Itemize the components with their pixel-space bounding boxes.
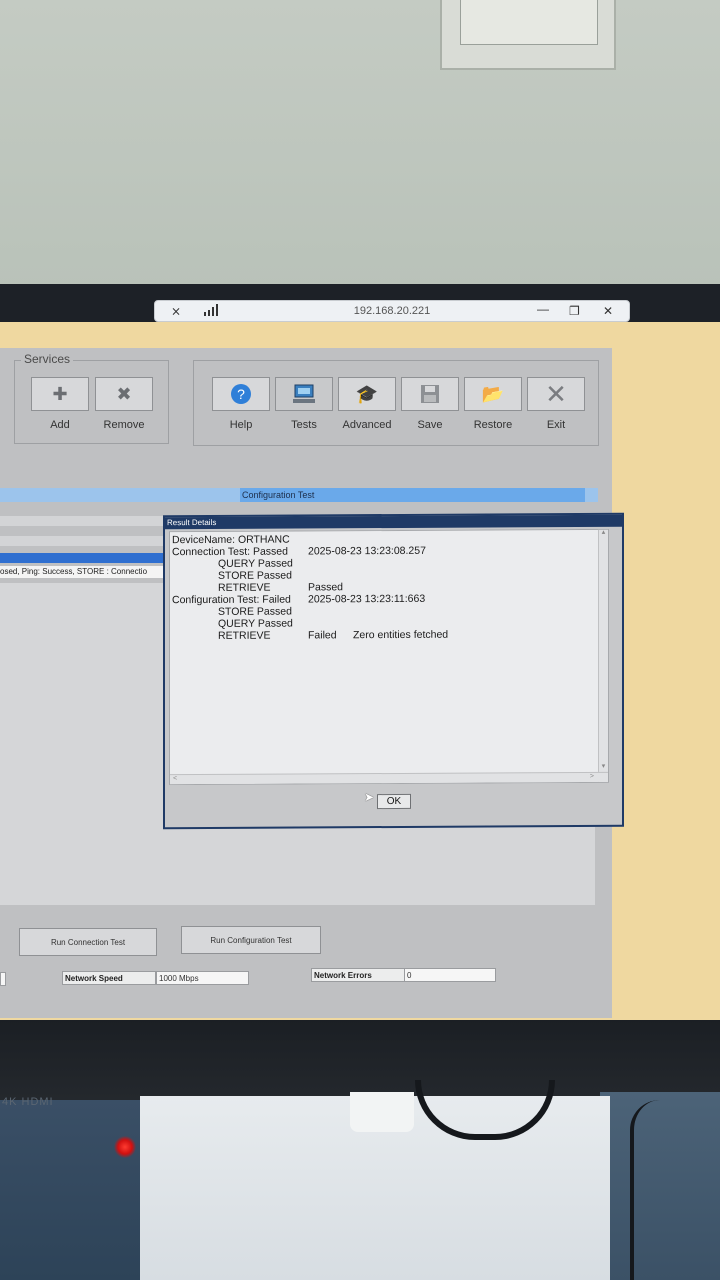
svg-text:?: ? (237, 386, 245, 402)
result-line-device: DeviceName: ORTHANC (172, 533, 290, 547)
help-button[interactable]: ? (212, 377, 270, 411)
add-service-label: Add (50, 419, 70, 431)
result-line-connection: Connection Test: Passed (172, 545, 288, 559)
config-test-header: Configuration Test (240, 488, 585, 502)
outlet-plate (460, 0, 598, 45)
tests-icon (293, 384, 315, 403)
ok-button[interactable]: OK (377, 793, 411, 810)
advanced-label: Advanced (342, 419, 392, 431)
remove-service-icon: ✖ (116, 383, 132, 404)
scroll-up-icon[interactable]: ▲ (599, 530, 608, 536)
result-line-query: QUERY Passed (218, 557, 293, 570)
tests-label: Tests (291, 419, 317, 431)
restore-icon[interactable]: ❐ (569, 304, 580, 318)
table-row-selected[interactable] (0, 553, 165, 563)
horizontal-scrollbar[interactable]: < > (170, 771, 608, 785)
help-label: Help (229, 419, 253, 431)
result-line-retrieve-status: Passed (308, 581, 344, 594)
cable-right (630, 1100, 694, 1280)
run-connection-test-button[interactable]: Run Connection Test (19, 928, 157, 956)
exit-label: Exit (546, 419, 566, 431)
monitor-stand-neck (350, 1092, 414, 1132)
scroll-down-icon[interactable]: ▼ (599, 764, 608, 770)
remove-service-button[interactable]: ✖ (95, 377, 153, 411)
dialog-title: Result Details (165, 514, 622, 530)
result-line-configuration: Configuration Test: Failed (172, 593, 291, 607)
scroll-left-icon[interactable]: < (173, 775, 177, 782)
selected-row-text: osed, Ping: Success, STORE : Connectio (0, 566, 165, 578)
result-line-retrieve-2: RETRIEVE (218, 629, 271, 642)
vertical-scrollbar[interactable]: ▲ ▼ (598, 529, 608, 782)
result-line-retrieve-2-status: Failed (308, 629, 337, 642)
power-led-icon (114, 1136, 136, 1158)
result-line-retrieve-2-detail: Zero entities fetched (353, 628, 449, 642)
add-service-button[interactable]: ✚ (31, 377, 89, 411)
services-group: Services ✚ Add ✖ Remove (14, 352, 169, 444)
result-line-retrieve: RETRIEVE (218, 581, 271, 594)
table-row[interactable] (0, 536, 165, 546)
network-errors-value: 0 (404, 968, 496, 982)
exit-button[interactable]: ✕ (527, 377, 585, 411)
result-line-connection-time: 2025-08-23 13:23:08.257 (308, 544, 426, 558)
result-line-store-2: STORE Passed (218, 605, 292, 618)
result-line-store: STORE Passed (218, 569, 292, 582)
save-label: Save (417, 419, 443, 431)
remove-service-label: Remove (103, 419, 145, 431)
tests-button[interactable] (275, 377, 333, 411)
advanced-button[interactable]: 🎓 (338, 377, 396, 411)
network-speed-value: 1000 Mbps (156, 971, 249, 985)
network-speed-label: Network Speed (62, 971, 156, 985)
result-line-query-2: QUERY Passed (218, 617, 293, 630)
desk-left (0, 1100, 160, 1280)
result-line-configuration-time: 2025-08-23 13:23:11:663 (308, 592, 426, 606)
mouse-cursor-icon: ➤ (364, 790, 375, 805)
restore-folder-icon: 📂 (481, 383, 505, 404)
monitor-bottom-bezel (0, 1020, 720, 1100)
table-row[interactable] (0, 516, 165, 526)
advanced-icon: 🎓 (355, 383, 379, 404)
config-test-header-bar: Configuration Test (0, 488, 598, 502)
toolbar-group: ? Help Tests 🎓 Advanced Save 📂 Restore ✕ (193, 360, 599, 446)
close-icon[interactable]: ✕ (603, 304, 613, 318)
remote-desktop-bar: ⨯ 192.168.20.221 — ❐ ✕ (154, 300, 630, 322)
wall-outlet (440, 0, 616, 70)
restore-button[interactable]: 📂 (464, 377, 522, 411)
exit-icon: ✕ (545, 378, 567, 409)
minimize-icon[interactable]: — (537, 302, 549, 316)
result-details-dialog: Result Details DeviceName: ORTHANC Conne… (163, 512, 624, 830)
add-service-icon: ✚ (52, 383, 68, 404)
network-errors-label: Network Errors (311, 968, 405, 982)
remote-host-title: 192.168.20.221 (353, 305, 431, 317)
result-text-area[interactable]: DeviceName: ORTHANC Connection Test: Pas… (169, 528, 609, 786)
restore-label: Restore (473, 419, 513, 431)
save-icon (421, 385, 439, 403)
save-button[interactable] (401, 377, 459, 411)
services-group-label: Services (21, 352, 74, 366)
left-edge-field (0, 972, 6, 986)
run-configuration-test-button[interactable]: Run Configuration Test (181, 926, 321, 954)
monitor-brand-label: 4K HDMI (2, 1096, 54, 1108)
help-icon: ? (231, 384, 251, 404)
scroll-right-icon[interactable]: > (590, 773, 594, 780)
